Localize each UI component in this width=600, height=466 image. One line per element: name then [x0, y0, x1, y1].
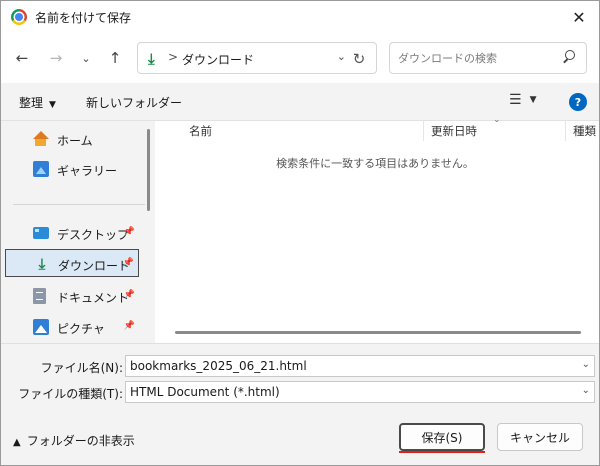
column-divider[interactable] [423, 121, 424, 141]
back-button[interactable]: ← [11, 47, 33, 69]
forward-button[interactable]: → [45, 47, 67, 69]
cancel-button[interactable]: キャンセル [497, 423, 583, 451]
sidebar-item-pictures[interactable]: ピクチャ 📌 [5, 313, 139, 341]
chevron-down-icon[interactable]: ⌄ [582, 359, 590, 370]
address-history-chevron-icon[interactable]: ⌄ [337, 50, 346, 63]
file-list: 名前 ⌄ 更新日時 種類 検索条件に一致する項目はありません。 [155, 115, 599, 343]
arrow-right-icon: → [49, 49, 63, 67]
chrome-icon [11, 9, 27, 25]
column-header-type[interactable]: 種類 [573, 123, 596, 141]
save-button-highlight [399, 451, 485, 453]
refresh-button[interactable]: ↻ [349, 49, 369, 69]
download-icon: ⤓ [148, 50, 155, 68]
gallery-icon [33, 161, 49, 177]
chevron-up-icon: ▲ [13, 437, 21, 448]
filetype-label: ファイルの種類(T): [18, 387, 123, 401]
filename-combobox[interactable]: ⌄ [125, 355, 595, 377]
recent-locations-button[interactable]: ⌄ [75, 47, 97, 69]
pin-icon: 📌 [123, 321, 135, 331]
search-icon[interactable] [562, 50, 576, 64]
sidebar-item-label: ホーム [57, 134, 93, 148]
caret-down-icon: ▼ [529, 95, 537, 105]
filetype-select[interactable]: HTML Document (*.html) ⌄ [125, 381, 595, 403]
organize-button[interactable]: 整理 ▼ [19, 94, 56, 111]
pictures-icon [33, 319, 49, 335]
column-divider[interactable] [565, 121, 566, 141]
search-box[interactable] [389, 42, 587, 74]
documents-icon [33, 288, 46, 304]
sidebar-item-documents[interactable]: ドキュメント 📌 [5, 282, 139, 310]
sidebar-item-label: ドキュメント [57, 291, 130, 305]
command-bar: 整理 ▼ 新しいフォルダー ☰ ▼ ? [1, 83, 599, 121]
sidebar-item-desktop[interactable]: デスクトップ 📌 [5, 219, 139, 247]
pin-icon: 📌 [123, 227, 135, 237]
help-icon: ? [574, 95, 582, 109]
help-button[interactable]: ? [569, 93, 587, 111]
filename-label: ファイル名(N): [40, 361, 123, 375]
navigation-pane: ホーム ギャラリー デスクトップ 📌 ⤓ ダウンロード 📌 ドキュメント 📌 ピ… [1, 121, 147, 343]
arrow-up-icon: ↑ [108, 49, 122, 67]
dialog-footer: ▲ フォルダーの非表示 保存(S) キャンセル [1, 409, 599, 465]
pin-icon: 📌 [123, 290, 135, 300]
close-button[interactable]: ✕ [559, 1, 599, 33]
sidebar-item-home[interactable]: ホーム [5, 125, 139, 153]
sidebar-item-downloads[interactable]: ⤓ ダウンロード 📌 [5, 249, 139, 277]
desktop-icon [33, 227, 49, 239]
arrow-left-icon: ← [15, 49, 29, 67]
sidebar-item-label: ピクチャ [57, 322, 105, 336]
breadcrumb[interactable]: ダウンロード [182, 51, 254, 68]
navigation-bar: ← → ⌄ ↑ ⤓ > ダウンロード ⌄ ↻ [1, 33, 599, 83]
filename-field[interactable] [130, 359, 570, 373]
window-title: 名前を付けて保存 [35, 11, 132, 25]
column-header-name[interactable]: 名前 [189, 123, 212, 141]
home-icon [33, 131, 49, 147]
chevron-down-icon: ⌄ [81, 51, 91, 65]
save-as-dialog: 名前を付けて保存 ✕ ← → ⌄ ↑ ⤓ > ダウンロード ⌄ ↻ 整理 ▼ 新し… [0, 0, 600, 466]
refresh-icon: ↻ [352, 50, 366, 68]
title-bar: 名前を付けて保存 ✕ [1, 1, 599, 33]
search-input[interactable] [398, 49, 558, 67]
chevron-down-icon: ⌄ [581, 385, 590, 396]
column-header-date-modified[interactable]: 更新日時 [431, 123, 477, 141]
view-options-button[interactable]: ☰ ▼ [509, 92, 536, 108]
close-icon: ✕ [572, 7, 586, 27]
save-button[interactable]: 保存(S) [399, 423, 485, 451]
save-form: ファイル名(N): ⌄ ファイルの種類(T): HTML Document (*… [1, 343, 599, 409]
horizontal-scrollbar[interactable] [175, 331, 581, 334]
sidebar-divider [13, 204, 145, 205]
hide-folders-label: フォルダーの非表示 [26, 434, 135, 448]
list-view-icon: ☰ [509, 92, 522, 108]
breadcrumb-separator: > [168, 50, 179, 64]
up-button[interactable]: ↑ [104, 47, 126, 69]
address-bar[interactable]: ⤓ > ダウンロード ⌄ [137, 42, 377, 74]
pin-icon: 📌 [122, 258, 134, 268]
sidebar-item-gallery[interactable]: ギャラリー [5, 155, 139, 183]
organize-label: 整理 [19, 96, 44, 110]
sidebar-item-label: ダウンロード [58, 259, 131, 273]
sidebar-item-label: ギャラリー [57, 164, 118, 178]
caret-down-icon: ▼ [49, 100, 56, 110]
sidebar-item-label: デスクトップ [57, 228, 130, 242]
sort-caret-icon: ⌄ [493, 115, 501, 125]
empty-results-message: 検索条件に一致する項目はありません。 [276, 157, 474, 170]
filetype-value: HTML Document (*.html) [130, 385, 280, 399]
download-icon: ⤓ [38, 255, 46, 273]
hide-folders-toggle[interactable]: ▲ フォルダーの非表示 [13, 432, 135, 449]
new-folder-button[interactable]: 新しいフォルダー [86, 94, 182, 111]
sidebar-scrollbar[interactable] [147, 129, 150, 211]
